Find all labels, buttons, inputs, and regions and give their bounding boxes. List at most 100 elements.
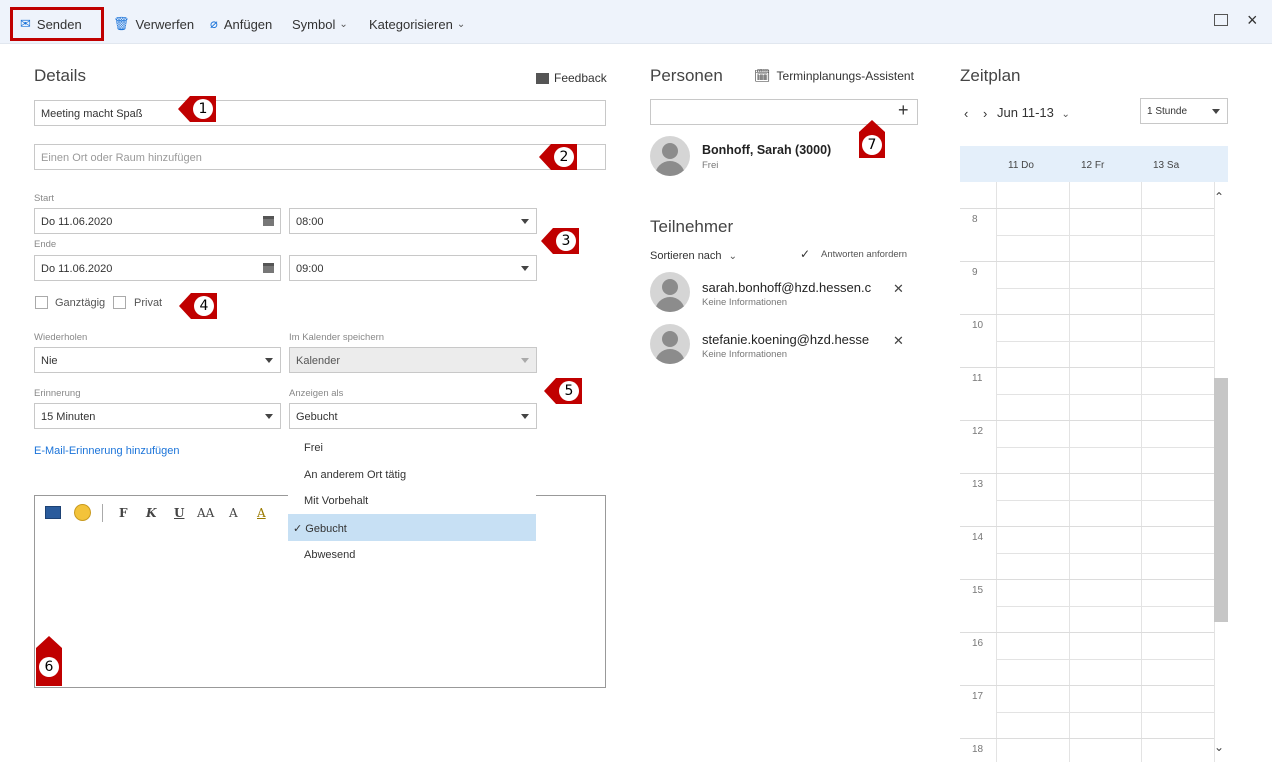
private-checkbox[interactable]: [113, 296, 126, 309]
hour-label: 14: [972, 532, 984, 543]
discard-label: Verwerfen: [135, 16, 195, 32]
attendee-email: sarah.bonhoff@hzd.hessen.c: [702, 280, 872, 295]
interval-select[interactable]: 1 Stunde: [1140, 98, 1228, 124]
end-date-input[interactable]: Do 11.06.2020: [34, 255, 281, 281]
day-header: 11 Do: [1008, 160, 1034, 171]
end-time-select[interactable]: 09:00: [289, 255, 537, 281]
chevron-down-icon: [265, 358, 273, 363]
organizer-status: Frei: [702, 160, 719, 171]
schedule-grid: 11 Do 12 Fr 13 Sa 8 9 10 11 12 13 14 15 …: [960, 146, 1228, 762]
emoji-icon[interactable]: [74, 504, 91, 521]
send-button[interactable]: ✉ Senden: [20, 14, 82, 34]
end-date-value: Do 11.06.2020: [41, 263, 113, 275]
symbol-label: Symbol: [292, 16, 336, 32]
hour-label: 10: [972, 320, 984, 331]
scroll-up-icon[interactable]: ⌃: [1214, 190, 1224, 204]
remove-attendee-icon[interactable]: ✕: [893, 281, 904, 297]
save-in-select: Kalender: [289, 347, 537, 373]
reminder-select[interactable]: 15 Minuten: [34, 403, 281, 429]
all-day-label: Ganztägig: [55, 297, 106, 309]
email-reminder-link[interactable]: E-Mail-Erinnerung hinzufügen: [34, 445, 180, 457]
attach-label: Anfügen: [223, 16, 273, 32]
sort-by-label: Sortieren nach: [650, 250, 722, 262]
chevron-down-icon: ⌄: [1061, 109, 1070, 120]
callout-number: 6: [39, 657, 59, 677]
callout-number: 1: [193, 99, 213, 119]
bold-button[interactable]: F: [119, 506, 128, 520]
location-input[interactable]: Einen Ort oder Raum hinzufügen: [34, 144, 606, 170]
option-free[interactable]: Frei: [288, 434, 536, 461]
grid-line: [960, 208, 1214, 209]
show-as-select[interactable]: Gebucht: [289, 403, 537, 429]
end-time-value: 09:00: [296, 263, 324, 275]
attach-button[interactable]: ⌀ Anfügen: [210, 14, 272, 34]
option-away[interactable]: Abwesend: [288, 541, 536, 568]
sort-by-menu[interactable]: Sortieren nach ⌄: [650, 250, 737, 262]
avatar: [650, 324, 690, 364]
show-as-value: Gebucht: [296, 411, 338, 423]
option-tentative[interactable]: Mit Vorbehalt: [288, 487, 536, 514]
request-responses-checkbox[interactable]: ✓: [800, 247, 810, 261]
symbol-menu[interactable]: Symbol ⌄: [292, 14, 348, 34]
callout-marker-3: 3: [541, 228, 579, 254]
grid-line: [996, 500, 1214, 501]
people-heading: Personen: [650, 66, 723, 85]
start-date-input[interactable]: Do 11.06.2020: [34, 208, 281, 234]
option-busy[interactable]: ✓ Gebucht: [288, 514, 536, 541]
highlight-button[interactable]: A: [257, 506, 266, 520]
underline-button[interactable]: U: [174, 506, 184, 520]
scheduling-assistant-button[interactable]: 🗓 Terminplanungs-Assistent: [754, 68, 914, 84]
avatar: [650, 136, 690, 176]
save-in-label: Im Kalender speichern: [289, 332, 385, 343]
chevron-down-icon: [521, 219, 529, 224]
calendar-icon[interactable]: [263, 216, 274, 226]
scrollbar-thumb[interactable]: [1214, 378, 1228, 622]
grow-font-button[interactable]: A: [229, 506, 238, 520]
hour-label: 8: [972, 214, 978, 225]
previous-icon[interactable]: ‹: [964, 106, 968, 121]
discard-button[interactable]: 🗑 Verwerfen: [113, 14, 194, 34]
grid-line: [960, 579, 1214, 580]
plus-icon[interactable]: +: [898, 100, 909, 121]
check-icon: ✓: [293, 523, 306, 535]
remove-attendee-icon[interactable]: ✕: [893, 333, 904, 349]
popout-icon[interactable]: [1214, 14, 1228, 26]
callout-number: 2: [554, 147, 574, 167]
grid-line: [960, 367, 1214, 368]
calendar-icon[interactable]: [263, 263, 274, 273]
categorize-menu[interactable]: Kategorisieren ⌄: [369, 14, 465, 34]
save-in-value: Kalender: [296, 355, 341, 367]
italic-button[interactable]: K: [146, 506, 156, 520]
grid-line: [996, 606, 1214, 607]
organizer-name: Bonhoff, Sarah (3000): [702, 143, 832, 157]
start-time-select[interactable]: 08:00: [289, 208, 537, 234]
hour-label: 13: [972, 479, 984, 490]
option-working-elsewhere[interactable]: An anderem Ort tätig: [288, 461, 536, 488]
font-size-button[interactable]: AA: [197, 506, 214, 520]
attendee-info: Keine Informationen: [702, 349, 788, 360]
repeat-select[interactable]: Nie: [34, 347, 281, 373]
title-input[interactable]: Meeting macht Spaß: [34, 100, 606, 126]
feedback-icon: [536, 72, 549, 84]
hour-label: 15: [972, 585, 984, 596]
date-range-menu[interactable]: Jun 11-13 ⌄: [997, 105, 1070, 120]
hour-label: 12: [972, 426, 984, 437]
feedback-link[interactable]: Feedback: [536, 71, 607, 85]
close-icon[interactable]: ×: [1247, 10, 1258, 31]
grid-line: [996, 712, 1214, 713]
next-icon[interactable]: ›: [983, 106, 987, 121]
date-range-label: Jun 11-13: [997, 105, 1054, 120]
chevron-down-icon: ⌄: [728, 251, 737, 262]
chevron-down-icon: ⌄: [456, 18, 466, 30]
chevron-down-icon: [521, 266, 529, 271]
day-header: 13 Sa: [1153, 160, 1180, 171]
details-heading: Details: [34, 66, 86, 85]
scroll-down-icon[interactable]: ⌄: [1214, 740, 1224, 754]
avatar: [650, 272, 690, 312]
end-label: Ende: [34, 239, 57, 250]
callout-pointer: [859, 120, 885, 132]
all-day-checkbox[interactable]: [35, 296, 48, 309]
trash-icon: 🗑: [113, 16, 130, 31]
insert-picture-icon[interactable]: [45, 506, 61, 519]
callout-number: 4: [194, 296, 214, 316]
